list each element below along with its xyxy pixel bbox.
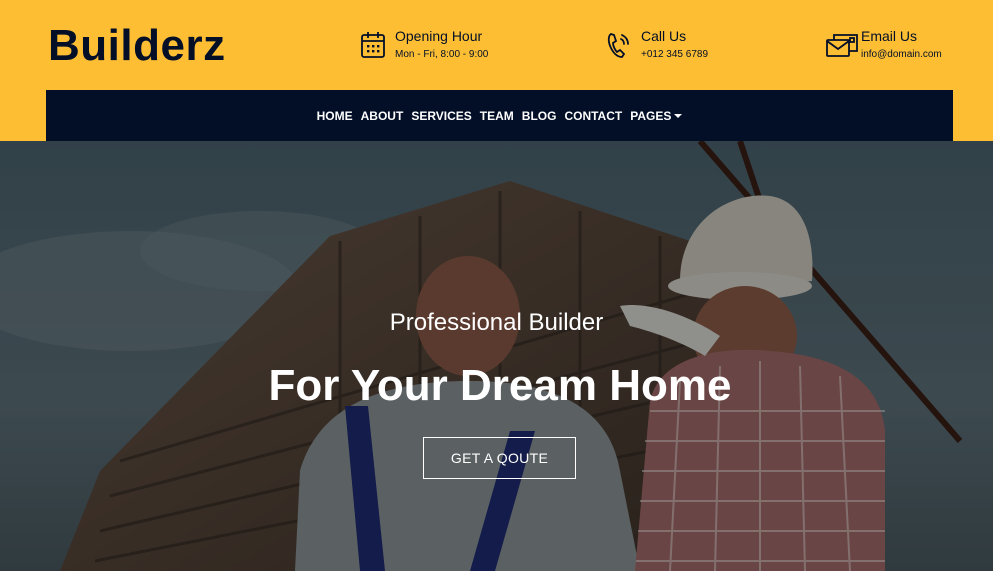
chevron-down-icon — [674, 113, 683, 118]
hero-title: For Your Dream Home — [268, 361, 732, 410]
nav-services[interactable]: SERVICES — [411, 109, 471, 123]
hero-overlay — [0, 141, 993, 571]
opening-hours-value: Mon - Fri, 8:00 - 9:00 — [395, 49, 489, 60]
nav-pages-dropdown[interactable]: PAGES — [630, 108, 683, 123]
email-us-title: Email Us — [861, 28, 918, 44]
email-us-value[interactable]: info@domain.com — [861, 48, 942, 62]
top-bar: Builderz Opening Hour Mon - Fri, 8:00 - … — [0, 0, 993, 141]
get-quote-button[interactable]: GET A QOUTE — [423, 437, 576, 479]
hero-section: Professional Builder For Your Dream Home… — [0, 141, 993, 571]
nav-pages-label: PAGES — [630, 108, 672, 123]
call-us-value[interactable]: +012 345 6789 — [641, 48, 708, 62]
hero-subtitle: Professional Builder — [389, 309, 604, 336]
nav-home[interactable]: HOME — [317, 109, 353, 123]
main-navbar: HOME ABOUT SERVICES TEAM BLOG CONTACT PA… — [46, 90, 953, 141]
opening-hours-info: Opening Hour Mon - Fri, 8:00 - 9:00 — [359, 28, 488, 62]
call-us-title: Call Us — [641, 28, 687, 44]
envelope-icon — [825, 30, 858, 60]
email-us-info: Email Us info@domain.com — [825, 28, 942, 62]
nav-about[interactable]: ABOUT — [361, 109, 404, 123]
opening-hours-title: Opening Hour — [395, 28, 483, 44]
nav-blog[interactable]: BLOG — [522, 109, 557, 123]
brand-logo[interactable]: Builderz — [48, 22, 226, 70]
nav-contact[interactable]: CONTACT — [564, 109, 622, 123]
phone-icon — [605, 30, 633, 60]
calendar-icon — [359, 30, 387, 60]
call-us-info: Call Us +012 345 6789 — [605, 28, 708, 62]
nav-team[interactable]: TEAM — [480, 109, 514, 123]
